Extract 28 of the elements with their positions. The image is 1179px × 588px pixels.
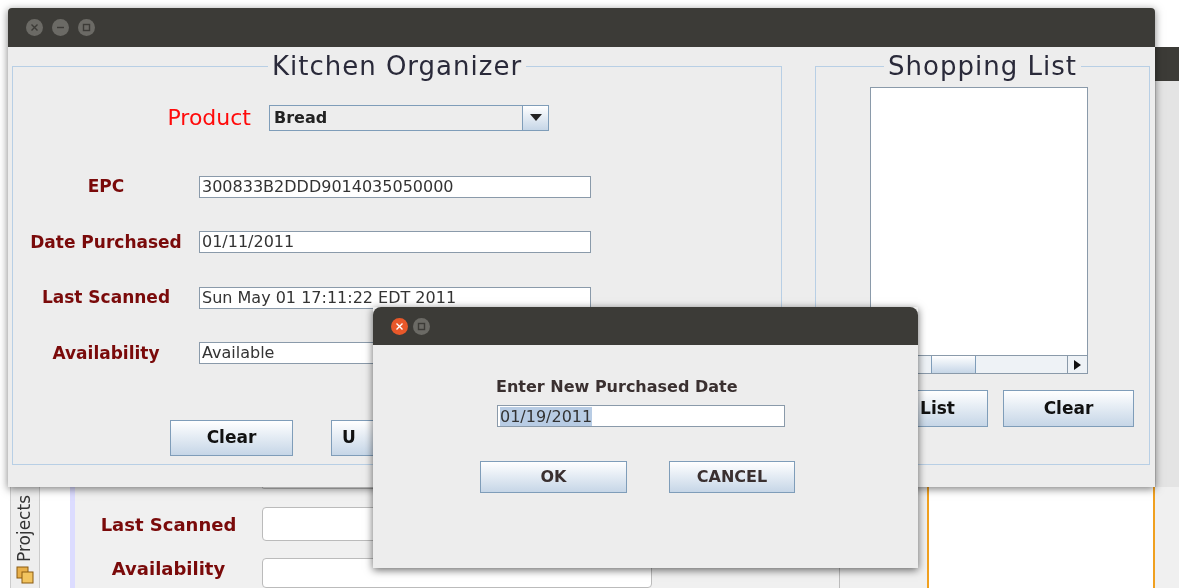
field-label: Last Scanned: [40, 286, 172, 309]
text-field[interactable]: Sun May 01 17:11:22 EDT 2011: [199, 286, 591, 309]
stacked-pages-icon: [16, 566, 34, 584]
maximize-icon[interactable]: [413, 317, 430, 335]
cancel-button[interactable]: CANCEL: [669, 461, 795, 493]
close-icon[interactable]: [391, 317, 408, 335]
field-label: Date Purchased: [29, 230, 183, 254]
maximize-icon[interactable]: [78, 19, 95, 36]
caret-icon: [529, 114, 542, 121]
panel-title: Kitchen Organizer: [270, 53, 524, 79]
right-arrow-icon: [1074, 359, 1081, 370]
ok-button[interactable]: OK: [480, 461, 627, 493]
field-label: Last Scanned: [99, 512, 238, 537]
text-field[interactable]: 300833B2DDD9014035050000: [199, 175, 591, 198]
panel-title: Shopping List: [887, 53, 1078, 79]
clear-button[interactable]: Clear: [1003, 390, 1134, 427]
product-label: Product: [166, 104, 252, 132]
dialog-prompt: Enter New Purchased Date: [496, 376, 739, 398]
clear-button[interactable]: Clear: [170, 420, 293, 456]
projects-tab[interactable]: Projects: [10, 487, 40, 588]
text-field[interactable]: 01/11/2011: [199, 231, 591, 254]
field-label: Availability: [110, 558, 227, 580]
shopping-list-box[interactable]: [870, 87, 1088, 374]
minimize-icon[interactable]: [52, 19, 69, 36]
field-label: EPC: [86, 175, 126, 198]
date-field[interactable]: 01/19/2011: [497, 405, 785, 427]
product-dropdown[interactable]: Bread: [269, 104, 549, 131]
field-label: Availability: [51, 341, 161, 365]
